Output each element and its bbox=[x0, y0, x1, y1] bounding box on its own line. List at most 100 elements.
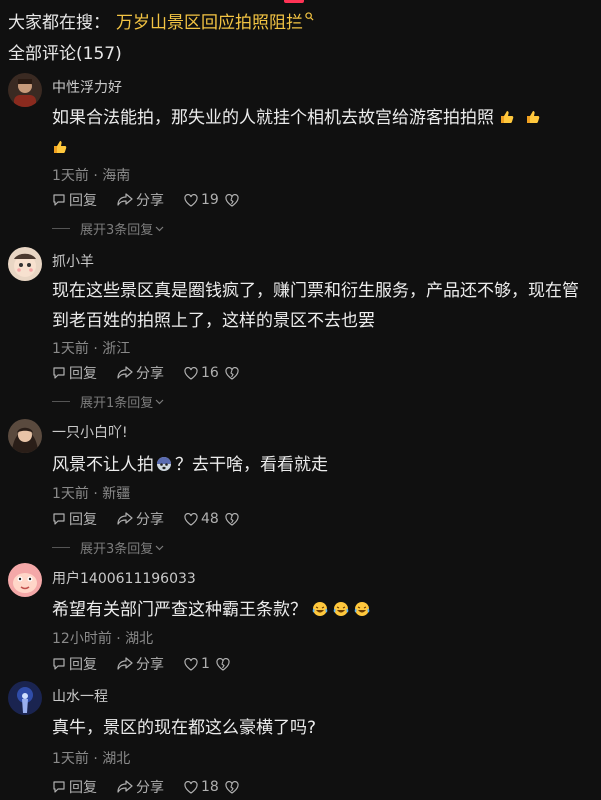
comment-username[interactable]: 中性浮力好 bbox=[52, 77, 122, 97]
reply-button[interactable]: 回复 bbox=[52, 363, 97, 383]
comment-meta: 12小时前 · 湖北 bbox=[52, 631, 154, 647]
comment-username[interactable]: 抓小羊 bbox=[52, 251, 94, 271]
comment-actions: 回复 分享 48 bbox=[52, 509, 262, 529]
reply-label: 回复 bbox=[69, 193, 97, 209]
avatar[interactable] bbox=[8, 681, 42, 715]
share-button[interactable]: 分享 bbox=[117, 777, 164, 797]
comment-text: 如果合法能拍，那失业的人就挂个相机去故宫给游客拍拍照 bbox=[52, 103, 592, 163]
reply-label: 回复 bbox=[69, 657, 97, 673]
search-query-link[interactable]: 万岁山景区回应拍照阻拦 bbox=[116, 8, 303, 33]
like-count: 48 bbox=[201, 511, 219, 527]
reply-button[interactable]: 回复 bbox=[52, 654, 97, 674]
like-count: 19 bbox=[201, 192, 219, 208]
expand-replies-label: 展开1条回复 bbox=[80, 396, 154, 411]
divider-line bbox=[52, 401, 70, 402]
like-button[interactable]: 18 bbox=[184, 779, 219, 795]
dislike-button[interactable] bbox=[225, 512, 242, 526]
like-button[interactable]: 19 bbox=[184, 192, 219, 208]
comment-meta: 1天前 · 新疆 bbox=[52, 486, 131, 502]
search-icon bbox=[305, 12, 314, 21]
reply-button[interactable]: 回复 bbox=[52, 509, 97, 529]
expand-replies-button[interactable]: 展开3条回复 bbox=[52, 219, 164, 238]
comment-username[interactable]: 一只小白吖! bbox=[52, 422, 128, 442]
share-icon bbox=[117, 657, 133, 670]
thumbs-up-icon bbox=[52, 135, 68, 153]
reply-button[interactable]: 回复 bbox=[52, 190, 97, 210]
share-icon bbox=[117, 780, 133, 793]
expand-replies-button[interactable]: 展开3条回复 bbox=[52, 538, 164, 557]
comment-meta: 1天前 · 海南 bbox=[52, 168, 131, 184]
chevron-down-icon bbox=[155, 399, 164, 404]
comment-actions: 回复 分享 1 bbox=[52, 654, 253, 674]
scared-face-icon bbox=[156, 452, 172, 471]
reply-button[interactable]: 回复 bbox=[52, 777, 97, 797]
comment-text-body: 希望有关部门严查这种霸王条款？ bbox=[52, 600, 307, 620]
laughing-crying-icon bbox=[333, 597, 349, 616]
comment-username[interactable]: 山水一程 bbox=[52, 686, 108, 706]
chevron-down-icon bbox=[155, 545, 164, 550]
like-button[interactable]: 48 bbox=[184, 511, 219, 527]
thumbs-up-icon bbox=[499, 105, 515, 123]
broken-heart-icon bbox=[216, 657, 230, 671]
share-button[interactable]: 分享 bbox=[117, 654, 164, 674]
search-suggestion[interactable]: 大家都在搜： 万岁山景区回应拍照阻拦 bbox=[8, 8, 314, 33]
share-button[interactable]: 分享 bbox=[117, 363, 164, 383]
dislike-button[interactable] bbox=[216, 657, 233, 671]
avatar[interactable] bbox=[8, 563, 42, 597]
dislike-button[interactable] bbox=[225, 780, 242, 794]
expand-replies-label: 展开3条回复 bbox=[80, 542, 154, 557]
dislike-button[interactable] bbox=[225, 193, 242, 207]
broken-heart-icon bbox=[225, 193, 239, 207]
reply-label: 回复 bbox=[69, 512, 97, 528]
comment-text-body: 如果合法能拍，那失业的人就挂个相机去故宫给游客拍拍照 bbox=[52, 108, 494, 128]
like-count: 1 bbox=[201, 656, 210, 672]
comment-actions: 回复 分享 18 bbox=[52, 777, 262, 797]
comment-text: 希望有关部门严查这种霸王条款？ bbox=[52, 595, 592, 625]
comment-actions: 回复 分享 16 bbox=[52, 363, 262, 383]
reply-label: 回复 bbox=[69, 366, 97, 382]
share-label: 分享 bbox=[136, 366, 164, 382]
expand-replies-button[interactable]: 展开1条回复 bbox=[52, 392, 164, 411]
heart-icon bbox=[184, 366, 198, 380]
avatar[interactable] bbox=[8, 419, 42, 453]
broken-heart-icon bbox=[225, 780, 239, 794]
divider-line bbox=[52, 547, 70, 548]
like-button[interactable]: 16 bbox=[184, 365, 219, 381]
top-indicator bbox=[284, 0, 304, 3]
comment-text: 现在这些景区真是圈钱疯了，赚门票和衍生服务，产品还不够，现在管到老百姓的拍照上了… bbox=[52, 281, 579, 331]
dislike-button[interactable] bbox=[225, 366, 242, 380]
like-count: 16 bbox=[201, 365, 219, 381]
comment-meta: 1天前 · 浙江 bbox=[52, 341, 131, 357]
share-label: 分享 bbox=[136, 512, 164, 528]
comment-bubble-icon bbox=[53, 194, 65, 206]
like-button[interactable]: 1 bbox=[184, 656, 210, 672]
share-label: 分享 bbox=[136, 657, 164, 673]
share-label: 分享 bbox=[136, 780, 164, 796]
comment-text: 风景不让人拍 ？去干啥，看看就走 bbox=[52, 450, 592, 480]
heart-icon bbox=[184, 512, 198, 526]
comment-bubble-icon bbox=[53, 658, 65, 670]
comment-bubble-icon bbox=[53, 513, 65, 525]
expand-replies-label: 展开3条回复 bbox=[80, 223, 154, 238]
avatar[interactable] bbox=[8, 73, 42, 107]
share-button[interactable]: 分享 bbox=[117, 509, 164, 529]
search-prefix: 大家都在搜： bbox=[8, 13, 110, 33]
comment-text-before: 风景不让人拍 bbox=[52, 455, 154, 475]
share-button[interactable]: 分享 bbox=[117, 190, 164, 210]
share-icon bbox=[117, 512, 133, 525]
laughing-crying-icon bbox=[312, 597, 328, 616]
heart-icon bbox=[184, 193, 198, 207]
comments-count-title: 全部评论(157) bbox=[8, 44, 122, 64]
comment-text-after: ？去干啥，看看就走 bbox=[175, 455, 328, 475]
comment-username[interactable]: 用户1400611196033 bbox=[52, 568, 196, 588]
thumbs-up-icon bbox=[525, 105, 541, 123]
broken-heart-icon bbox=[225, 366, 239, 380]
comment-actions: 回复 分享 19 bbox=[52, 190, 262, 210]
avatar[interactable] bbox=[8, 247, 42, 281]
comment-bubble-icon bbox=[53, 367, 65, 379]
comment-bubble-icon bbox=[53, 781, 65, 793]
share-icon bbox=[117, 366, 133, 379]
laughing-crying-icon bbox=[354, 597, 370, 616]
broken-heart-icon bbox=[225, 512, 239, 526]
comment-meta: 1天前 · 湖北 bbox=[52, 751, 131, 767]
